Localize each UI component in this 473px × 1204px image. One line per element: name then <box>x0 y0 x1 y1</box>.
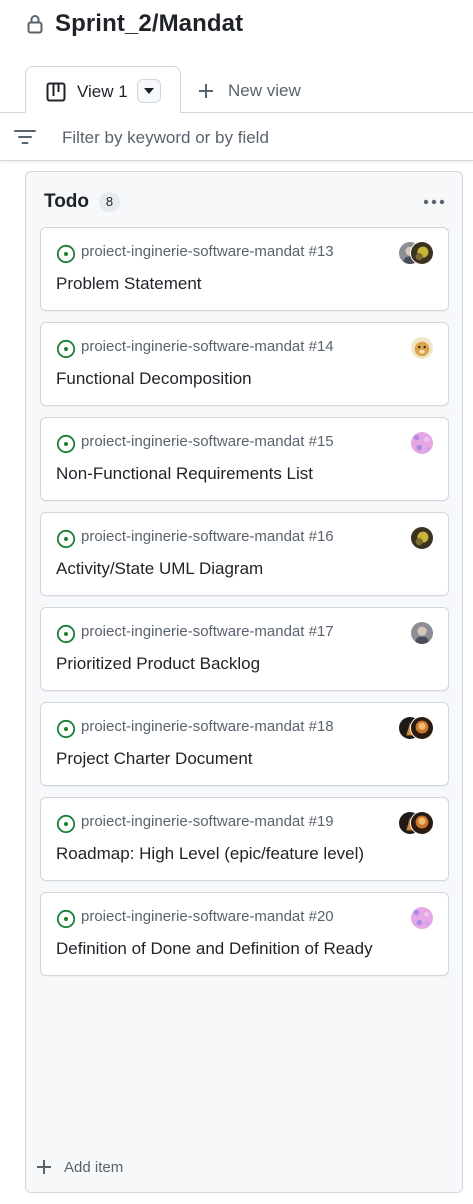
issue-reference[interactable]: proiect-inginerie-software-mandat #16 <box>81 528 334 545</box>
issue-title[interactable]: Non-Functional Requirements List <box>56 464 313 484</box>
issue-reference[interactable]: proiect-inginerie-software-mandat #20 <box>81 908 334 925</box>
assignee-avatars[interactable] <box>410 526 434 550</box>
issue-reference[interactable]: proiect-inginerie-software-mandat #13 <box>81 243 334 260</box>
assignee-avatars[interactable] <box>398 241 434 265</box>
issue-card[interactable]: proiect-inginerie-software-mandat #17 Pri… <box>40 607 449 691</box>
view-tabs: View 1 New view <box>0 66 473 113</box>
issue-reference[interactable]: proiect-inginerie-software-mandat #15 <box>81 433 334 450</box>
project-title: Sprint_2/Mandat <box>55 10 244 37</box>
board-column-todo: Todo 8 proiect-inginerie-software-mandat… <box>25 171 463 1193</box>
issue-card[interactable]: proiect-inginerie-software-mandat #14 Fun… <box>40 322 449 406</box>
issue-reference[interactable]: proiect-inginerie-software-mandat #18 <box>81 718 334 735</box>
avatar[interactable] <box>410 431 434 455</box>
new-view-label: New view <box>228 81 301 100</box>
avatar[interactable] <box>410 336 434 360</box>
issue-opened-icon <box>56 624 76 644</box>
assignee-avatars[interactable] <box>398 716 434 740</box>
issue-title[interactable]: Prioritized Product Backlog <box>56 654 260 674</box>
board-icon <box>46 82 66 102</box>
issue-card[interactable]: proiect-inginerie-software-mandat #13 Pro… <box>40 227 449 311</box>
more-options-icon[interactable] <box>422 198 446 206</box>
issue-opened-icon <box>56 529 76 549</box>
avatar[interactable] <box>410 716 434 740</box>
assignee-avatars[interactable] <box>398 811 434 835</box>
project-header: Sprint_2/Mandat <box>0 0 473 52</box>
filter-icon[interactable] <box>14 129 36 145</box>
assignee-avatars[interactable] <box>410 336 434 360</box>
issue-opened-icon <box>56 909 76 929</box>
issue-opened-icon <box>56 719 76 739</box>
issue-opened-icon <box>56 814 76 834</box>
assignee-avatars[interactable] <box>410 431 434 455</box>
issue-card[interactable]: proiect-inginerie-software-mandat #18 Pro… <box>40 702 449 786</box>
plus-icon <box>37 1160 51 1174</box>
filter-input[interactable]: Filter by keyword or by field <box>62 128 269 148</box>
filter-bar: Filter by keyword or by field <box>0 113 473 161</box>
issue-opened-icon <box>56 434 76 454</box>
issue-card[interactable]: proiect-inginerie-software-mandat #19 Roa… <box>40 797 449 881</box>
issue-opened-icon <box>56 244 76 264</box>
avatar[interactable] <box>410 241 434 265</box>
issue-title[interactable]: Functional Decomposition <box>56 369 252 389</box>
issue-card[interactable]: proiect-inginerie-software-mandat #20 Def… <box>40 892 449 976</box>
assignee-avatars[interactable] <box>410 906 434 930</box>
issue-reference[interactable]: proiect-inginerie-software-mandat #14 <box>81 338 334 355</box>
column-title: Todo <box>44 191 90 212</box>
avatar[interactable] <box>410 621 434 645</box>
caret-down-icon <box>144 88 154 94</box>
plus-icon <box>199 84 213 98</box>
issue-card[interactable]: proiect-inginerie-software-mandat #15 Non… <box>40 417 449 501</box>
issue-reference[interactable]: proiect-inginerie-software-mandat #17 <box>81 623 334 640</box>
avatar[interactable] <box>410 811 434 835</box>
assignee-avatars[interactable] <box>410 621 434 645</box>
column-count-badge: 8 <box>99 192 120 212</box>
issue-reference[interactable]: proiect-inginerie-software-mandat #19 <box>81 813 334 830</box>
tab-label: View 1 <box>77 82 128 101</box>
tab-view-1[interactable]: View 1 <box>25 66 181 113</box>
view-options-button[interactable] <box>137 79 161 103</box>
issue-title[interactable]: Activity/State UML Diagram <box>56 559 263 579</box>
avatar[interactable] <box>410 526 434 550</box>
avatar[interactable] <box>410 906 434 930</box>
issue-title[interactable]: Project Charter Document <box>56 749 253 769</box>
issue-card[interactable]: proiect-inginerie-software-mandat #16 Act… <box>40 512 449 596</box>
issue-title[interactable]: Roadmap: High Level (epic/feature level) <box>56 844 364 864</box>
add-item-label: Add item <box>64 1159 124 1176</box>
issue-title[interactable]: Definition of Done and Definition of Rea… <box>56 939 373 959</box>
lock-icon <box>27 15 43 34</box>
issue-opened-icon <box>56 339 76 359</box>
issue-title[interactable]: Problem Statement <box>56 274 202 294</box>
